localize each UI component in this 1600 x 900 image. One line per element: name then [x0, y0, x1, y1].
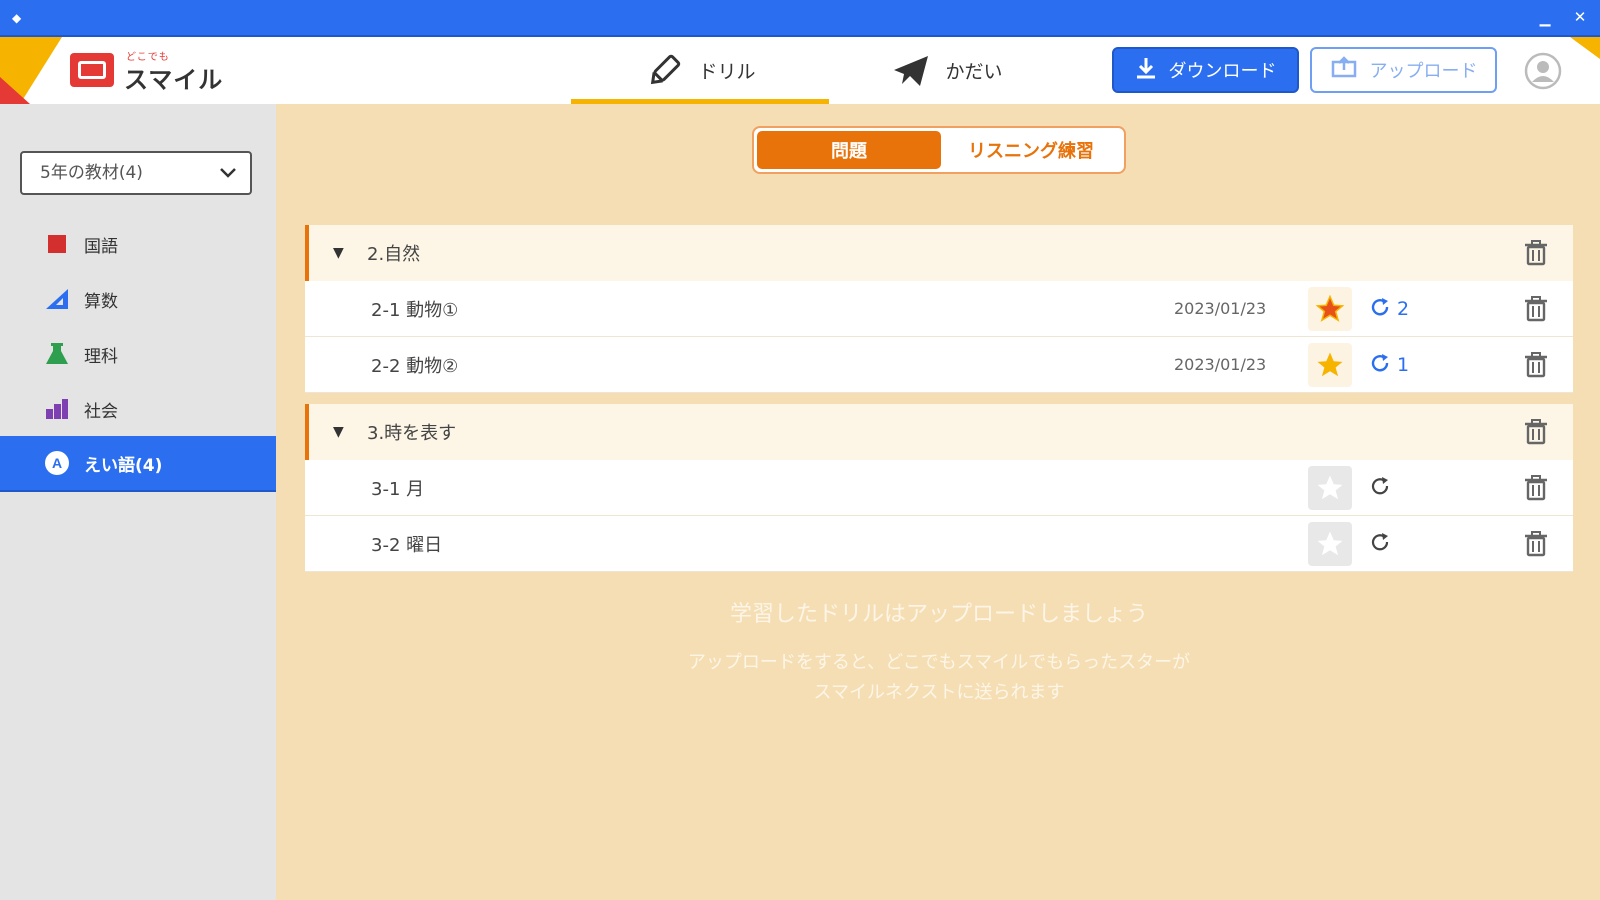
retry-indicator: 1 [1369, 337, 1409, 393]
minimize-button[interactable]: ▁ [1536, 8, 1554, 27]
sidebar-item-label: 国語 [84, 236, 118, 257]
unit-header[interactable]: ▼ 2.自然 [305, 225, 1573, 281]
material-select[interactable]: 5年の教材(4) [20, 151, 252, 195]
close-button[interactable]: ✕ [1571, 8, 1589, 26]
window-titlebar: ◆ ▁ ✕ [0, 0, 1600, 37]
svg-text:A: A [52, 455, 62, 471]
trash-icon[interactable] [1523, 531, 1549, 557]
pencil-icon [644, 51, 684, 91]
retry-count: 2 [1397, 298, 1410, 320]
upload-icon [1330, 55, 1358, 85]
retry-indicator [1369, 460, 1391, 516]
retry-indicator [1369, 516, 1391, 572]
tab-task[interactable]: かだい [872, 37, 1022, 104]
download-label: ダウンロード [1168, 61, 1277, 82]
upload-label: アップロード [1369, 61, 1478, 82]
buildings-icon [44, 396, 70, 422]
book-icon [44, 231, 70, 257]
item-date: 2023/01/23 [1174, 355, 1267, 374]
drill-list: ▼ 2.自然 2-1 動物① 2023/01/23 2 2-2 動物② 2023… [305, 225, 1573, 572]
app-logo [70, 53, 114, 87]
item-title: 2-2 動物② [371, 355, 459, 377]
sidebar-item-label: 算数 [84, 291, 118, 312]
retry-count: 1 [1397, 354, 1410, 376]
trash-icon[interactable] [1523, 475, 1549, 501]
list-item[interactable]: 2-2 動物② 2023/01/23 1 [305, 337, 1573, 393]
paper-plane-icon [891, 51, 931, 91]
tab-listening-practice[interactable]: リスニング練習 [941, 131, 1121, 169]
list-item[interactable]: 2-1 動物① 2023/01/23 2 [305, 281, 1573, 337]
tab-drill-label: ドリル [698, 61, 756, 83]
flask-icon [44, 341, 70, 367]
sidebar-item-label: えい語(4) [84, 455, 163, 476]
material-select-value: 5年の教材(4) [40, 163, 143, 183]
trash-icon[interactable] [1523, 240, 1549, 266]
unit-title: 3.時を表す [367, 423, 457, 444]
unit-title: 2.自然 [367, 244, 421, 265]
english-icon: A [44, 450, 70, 476]
upload-hint-line: アップロードをすると、どこでもスマイルでもらったスターが [687, 652, 1191, 673]
upload-hint-body: アップロードをすると、どこでもスマイルでもらったスターが スマイルネクストに送ら… [305, 648, 1573, 708]
tab-questions[interactable]: 問題 [757, 131, 941, 169]
decoration-left [0, 37, 70, 104]
collapse-triangle-icon[interactable]: ▼ [333, 424, 345, 440]
app-header: どこでも スマイル ドリル かだい ダウンロード アップロード [0, 37, 1600, 104]
sidebar-item-japanese[interactable]: 国語 [0, 216, 276, 272]
window-menu-icon[interactable]: ◆ [12, 11, 26, 25]
sidebar-item-social[interactable]: 社会 [0, 381, 276, 437]
sidebar-item-science[interactable]: 理科 [0, 326, 276, 382]
refresh-icon [1369, 531, 1391, 558]
triangle-ruler-icon [44, 286, 70, 312]
sidebar: 5年の教材(4) 国語 算数 理科 社会 A えい語(4) [0, 104, 276, 900]
tab-drill[interactable]: ドリル [571, 37, 829, 104]
logo-title: スマイル [124, 66, 224, 94]
tab-task-label: かだい [945, 61, 1003, 83]
refresh-icon [1369, 296, 1391, 323]
refresh-icon [1369, 475, 1391, 502]
list-item[interactable]: 3-2 曜日 [305, 516, 1573, 572]
sidebar-item-english[interactable]: A えい語(4) [0, 436, 276, 492]
download-button[interactable]: ダウンロード [1112, 47, 1299, 93]
user-avatar-icon[interactable] [1524, 52, 1562, 90]
retry-indicator: 2 [1369, 281, 1409, 337]
trash-icon[interactable] [1523, 352, 1549, 378]
upload-hint-line: スマイルネクストに送られます [813, 682, 1065, 703]
item-title: 2-1 動物① [371, 299, 459, 321]
gold-star-icon[interactable] [1308, 343, 1352, 387]
upload-hint-title: 学習したドリルはアップロードしましょう [729, 602, 1148, 627]
sidebar-item-label: 社会 [84, 401, 118, 422]
unit-header[interactable]: ▼ 3.時を表す [305, 404, 1573, 460]
item-title: 3-2 曜日 [371, 534, 443, 556]
trash-icon[interactable] [1523, 419, 1549, 445]
red-star-icon[interactable] [1308, 287, 1352, 331]
empty-star-icon[interactable] [1308, 466, 1352, 510]
collapse-triangle-icon[interactable]: ▼ [333, 245, 345, 261]
refresh-icon [1369, 352, 1391, 379]
list-item[interactable]: 3-1 月 [305, 460, 1573, 516]
item-title: 3-1 月 [371, 478, 425, 500]
decoration-right [1560, 37, 1600, 77]
upload-button[interactable]: アップロード [1310, 47, 1497, 93]
download-icon [1135, 56, 1157, 85]
sidebar-item-math[interactable]: 算数 [0, 271, 276, 327]
trash-icon[interactable] [1523, 296, 1549, 322]
chevron-down-icon [218, 153, 238, 208]
item-date: 2023/01/23 [1174, 299, 1267, 318]
empty-star-icon[interactable] [1308, 522, 1352, 566]
sidebar-item-label: 理科 [84, 346, 118, 367]
mode-segmented-control: 問題 リスニング練習 [752, 126, 1126, 174]
